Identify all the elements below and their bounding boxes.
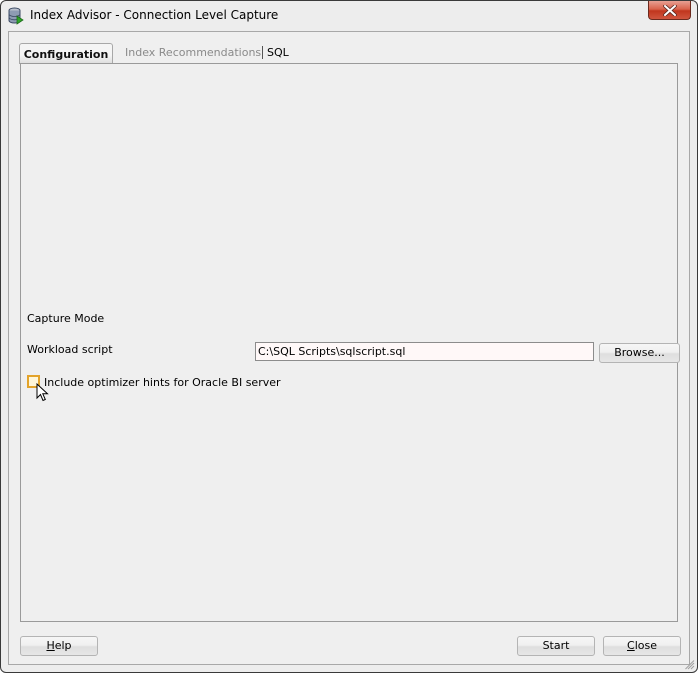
- resize-grip-icon[interactable]: [685, 660, 695, 670]
- mouse-pointer-icon: [36, 382, 49, 402]
- browse-button[interactable]: Browse...: [599, 343, 680, 363]
- help-label: elp: [54, 639, 72, 652]
- tab-sql[interactable]: SQL: [262, 46, 289, 59]
- tab-index-recommendations[interactable]: Index Recommendations: [125, 42, 261, 63]
- capture-mode-label: Capture Mode: [27, 312, 105, 325]
- window-close-button[interactable]: [648, 1, 691, 20]
- configuration-panel: Capture Mode Prepare SQL Workload script…: [20, 63, 680, 622]
- close-mnemonic: C: [627, 639, 635, 652]
- close-x-icon: [662, 4, 677, 16]
- start-button[interactable]: Start: [517, 636, 595, 656]
- tab-configuration[interactable]: Configuration: [19, 43, 113, 64]
- dialog-window: Index Advisor - Connection Level Capture…: [0, 0, 698, 673]
- close-label: lose: [634, 639, 657, 652]
- optimizer-hints-label: Include optimizer hints for Oracle BI se…: [44, 376, 281, 389]
- dialog-client-area: Configuration Index Recommendations SQL …: [8, 31, 690, 665]
- workload-script-input[interactable]: [255, 342, 594, 361]
- window-title: Index Advisor - Connection Level Capture: [30, 8, 279, 22]
- help-button[interactable]: Help: [20, 636, 98, 656]
- workload-script-label: Workload script: [27, 343, 113, 356]
- database-run-icon: [8, 7, 24, 25]
- help-mnemonic: H: [46, 639, 55, 652]
- title-bar[interactable]: Index Advisor - Connection Level Capture: [1, 1, 697, 31]
- close-button[interactable]: Close: [603, 636, 681, 656]
